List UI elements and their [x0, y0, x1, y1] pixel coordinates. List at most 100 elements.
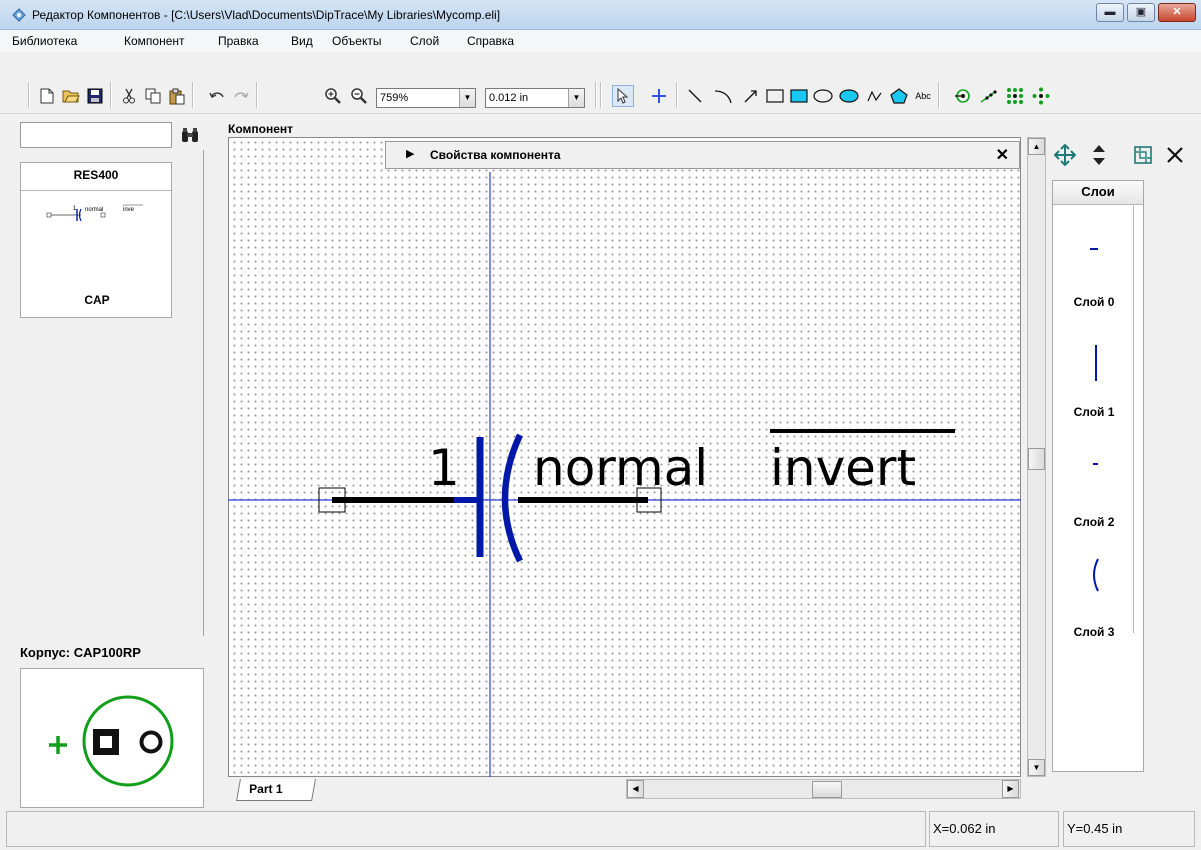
layer-preview — [1093, 463, 1098, 465]
component-list-item[interactable]: CAP — [21, 293, 173, 307]
select-tool-icon[interactable] — [612, 85, 634, 107]
capacitor-arc — [501, 433, 523, 563]
cut-icon[interactable] — [118, 85, 140, 107]
zoom-select[interactable]: 759% ▼ — [376, 88, 476, 108]
toolbar-separator — [938, 82, 940, 108]
polyline-tool-icon[interactable] — [864, 85, 886, 107]
zoom-value: 759% — [380, 92, 409, 104]
layer-item[interactable]: Слой 3 — [1055, 539, 1133, 639]
layer-item[interactable]: Слой 0 — [1055, 209, 1133, 309]
pin-inverted-text: invert — [770, 439, 916, 497]
minimize-button[interactable]: ▬ — [1096, 3, 1124, 22]
polygon-tool-icon[interactable] — [888, 85, 910, 107]
layer-item[interactable]: Слой 2 — [1055, 429, 1133, 529]
component-list-item[interactable]: RES400 — [21, 163, 171, 191]
title-bar: Редактор Компонентов - [C:\Users\Vlad\Do… — [0, 0, 1201, 30]
scroll-left-button[interactable]: ◀ — [627, 780, 644, 798]
arc-tool-icon[interactable] — [712, 85, 734, 107]
scroll-up-button[interactable]: ▲ — [1028, 138, 1045, 155]
chevron-down-icon: ▼ — [568, 89, 584, 107]
layer-name: Слой 3 — [1073, 625, 1115, 639]
rectangle-tool-icon[interactable] — [764, 85, 786, 107]
horizontal-scroll-thumb[interactable] — [812, 781, 842, 798]
grid-select[interactable]: 0.012 in ▼ — [485, 88, 585, 108]
tab-part-1[interactable]: Part 1 — [236, 779, 316, 801]
layer-name: Слой 1 — [1073, 405, 1115, 419]
maximize-button[interactable]: ▣ — [1127, 3, 1155, 22]
toolbar: 759% ▼ 0.012 in ▼ Abc — [0, 52, 1201, 114]
menu-help[interactable]: Справка — [467, 34, 514, 48]
pin-cross-icon[interactable] — [1030, 85, 1052, 107]
toolbar-separator — [256, 82, 258, 108]
app-icon — [12, 8, 26, 22]
undo-icon[interactable] — [206, 85, 228, 107]
toolbar-separator — [600, 82, 602, 108]
ellipse-tool-icon[interactable] — [812, 85, 834, 107]
horizontal-scrollbar[interactable]: ◀ ▶ — [626, 779, 1021, 799]
component-list[interactable]: RES400 1 normal inve CAP — [20, 162, 172, 318]
menu-objects[interactable]: Объекты — [332, 34, 382, 48]
x-coordinate: X=0.062 in — [929, 811, 1059, 847]
menu-library[interactable]: Библиотека — [12, 34, 77, 48]
package-preview — [20, 668, 204, 808]
chevron-down-icon: ▼ — [459, 89, 475, 107]
toolbar-separator — [676, 82, 678, 108]
paste-icon[interactable] — [166, 85, 188, 107]
layer-name: Слой 2 — [1073, 515, 1115, 529]
expand-arrow-icon[interactable]: ▶ — [406, 147, 414, 160]
properties-title: Свойства компонента — [430, 148, 561, 162]
toolbar-separator — [595, 82, 597, 108]
pin-matrix-icon[interactable] — [1004, 85, 1026, 107]
layer-name: Слой 0 — [1073, 295, 1115, 309]
binoculars-icon[interactable] — [180, 125, 200, 145]
arrow-tool-icon[interactable] — [740, 85, 762, 107]
menu-bar: Библиотека Компонент Правка Вид Объекты … — [0, 30, 1201, 52]
x-icon[interactable] — [1162, 142, 1188, 168]
layer-item[interactable]: Слой 1 — [1055, 319, 1133, 419]
menu-view[interactable]: Вид — [291, 34, 313, 48]
y-coordinate: Y=0.45 in — [1063, 811, 1195, 847]
tab-label: Part 1 — [249, 782, 283, 796]
menu-component[interactable]: Компонент — [124, 34, 185, 48]
toolbar-separator — [28, 82, 30, 108]
text-tool-icon[interactable]: Abc — [912, 85, 934, 107]
up-down-arrows-icon[interactable] — [1086, 142, 1112, 168]
vertical-scroll-thumb[interactable] — [1028, 448, 1045, 470]
component-preview: 1 normal inve — [46, 204, 143, 221]
place-pin-icon[interactable] — [952, 85, 974, 107]
package-label: Корпус: CAP100RP — [20, 645, 141, 660]
svg-text:inve: inve — [123, 207, 135, 213]
layer-tools — [1052, 142, 1192, 170]
svg-text:normal: normal — [85, 207, 103, 213]
filled-rectangle-tool-icon[interactable] — [788, 85, 810, 107]
save-icon[interactable] — [84, 85, 106, 107]
close-icon[interactable]: ✕ — [996, 145, 1009, 165]
zoom-out-icon[interactable] — [348, 85, 370, 107]
fit-frame-icon[interactable] — [1130, 142, 1156, 168]
scroll-right-button[interactable]: ▶ — [1002, 780, 1019, 798]
scroll-down-button[interactable]: ▼ — [1028, 759, 1045, 776]
vertical-scrollbar[interactable]: ▲ ▼ — [1027, 137, 1046, 777]
menu-edit[interactable]: Правка — [218, 34, 259, 48]
menu-layer[interactable]: Слой — [410, 34, 439, 48]
crosshair-tool-icon[interactable] — [648, 85, 670, 107]
status-message — [6, 811, 926, 847]
zoom-in-icon[interactable] — [322, 85, 344, 107]
component-search-input[interactable] — [20, 122, 172, 148]
place-pin-array-icon[interactable] — [978, 85, 1000, 107]
filled-ellipse-tool-icon[interactable] — [838, 85, 860, 107]
close-button[interactable]: ✕ — [1158, 3, 1196, 22]
redo-icon[interactable] — [230, 85, 252, 107]
move-arrows-icon[interactable] — [1052, 142, 1078, 168]
window-title: Редактор Компонентов - [C:\Users\Vlad\Do… — [32, 8, 501, 22]
toolbar-separator — [192, 82, 194, 108]
layer-preview — [1095, 345, 1097, 381]
layers-list[interactable]: Слой 0 Слой 1 Слой 2 Слой 3 — [1055, 209, 1133, 815]
new-icon[interactable] — [36, 85, 58, 107]
layers-list-divider — [1133, 205, 1134, 633]
line-tool-icon[interactable] — [684, 85, 706, 107]
properties-panel-header[interactable]: ▶ Свойства компонента ✕ — [385, 141, 1020, 169]
open-icon[interactable] — [60, 85, 82, 107]
grid-value: 0.012 in — [489, 92, 529, 104]
copy-icon[interactable] — [142, 85, 164, 107]
